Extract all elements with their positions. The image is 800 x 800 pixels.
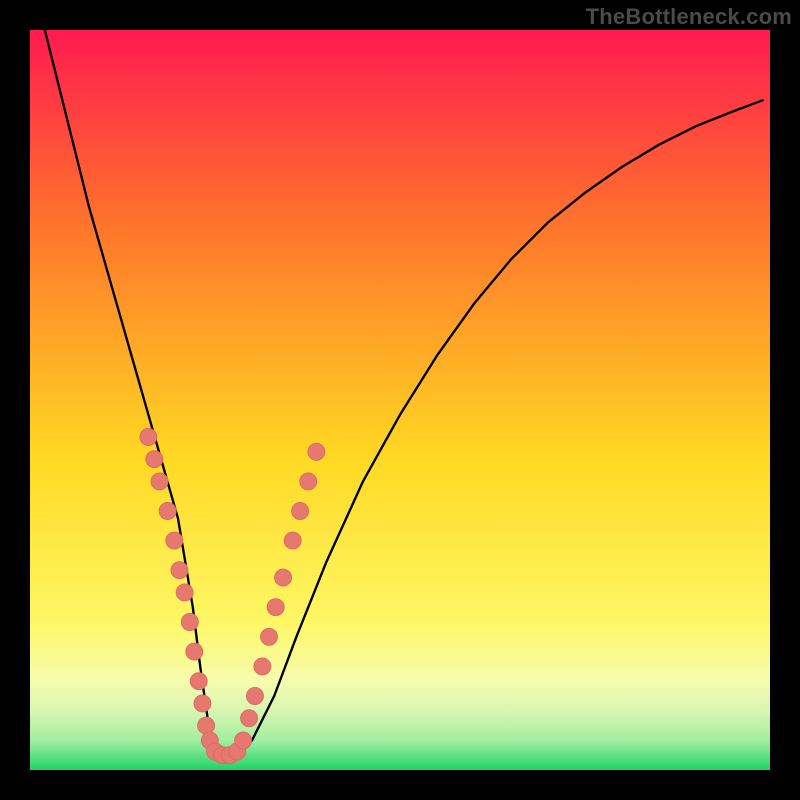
data-marker (146, 451, 163, 468)
data-marker (166, 532, 183, 549)
data-marker (241, 710, 258, 727)
bottleneck-curve (30, 30, 770, 770)
data-marker (284, 532, 301, 549)
data-marker (254, 658, 271, 675)
data-marker (171, 562, 188, 579)
data-marker (190, 673, 207, 690)
data-marker (308, 443, 325, 460)
data-marker (267, 599, 284, 616)
data-marker (181, 613, 198, 630)
data-marker (235, 732, 252, 749)
data-marker (275, 569, 292, 586)
data-marker (300, 473, 317, 490)
data-marker (261, 628, 278, 645)
data-marker (176, 584, 193, 601)
data-marker (151, 473, 168, 490)
watermark-text: TheBottleneck.com (586, 4, 792, 30)
data-marker (292, 502, 309, 519)
data-marker (159, 502, 176, 519)
data-marker (186, 643, 203, 660)
chart-frame: TheBottleneck.com (0, 0, 800, 800)
data-marker (140, 428, 157, 445)
data-marker (246, 687, 263, 704)
data-marker (194, 695, 211, 712)
plot-area (30, 30, 770, 770)
data-marker (198, 717, 215, 734)
